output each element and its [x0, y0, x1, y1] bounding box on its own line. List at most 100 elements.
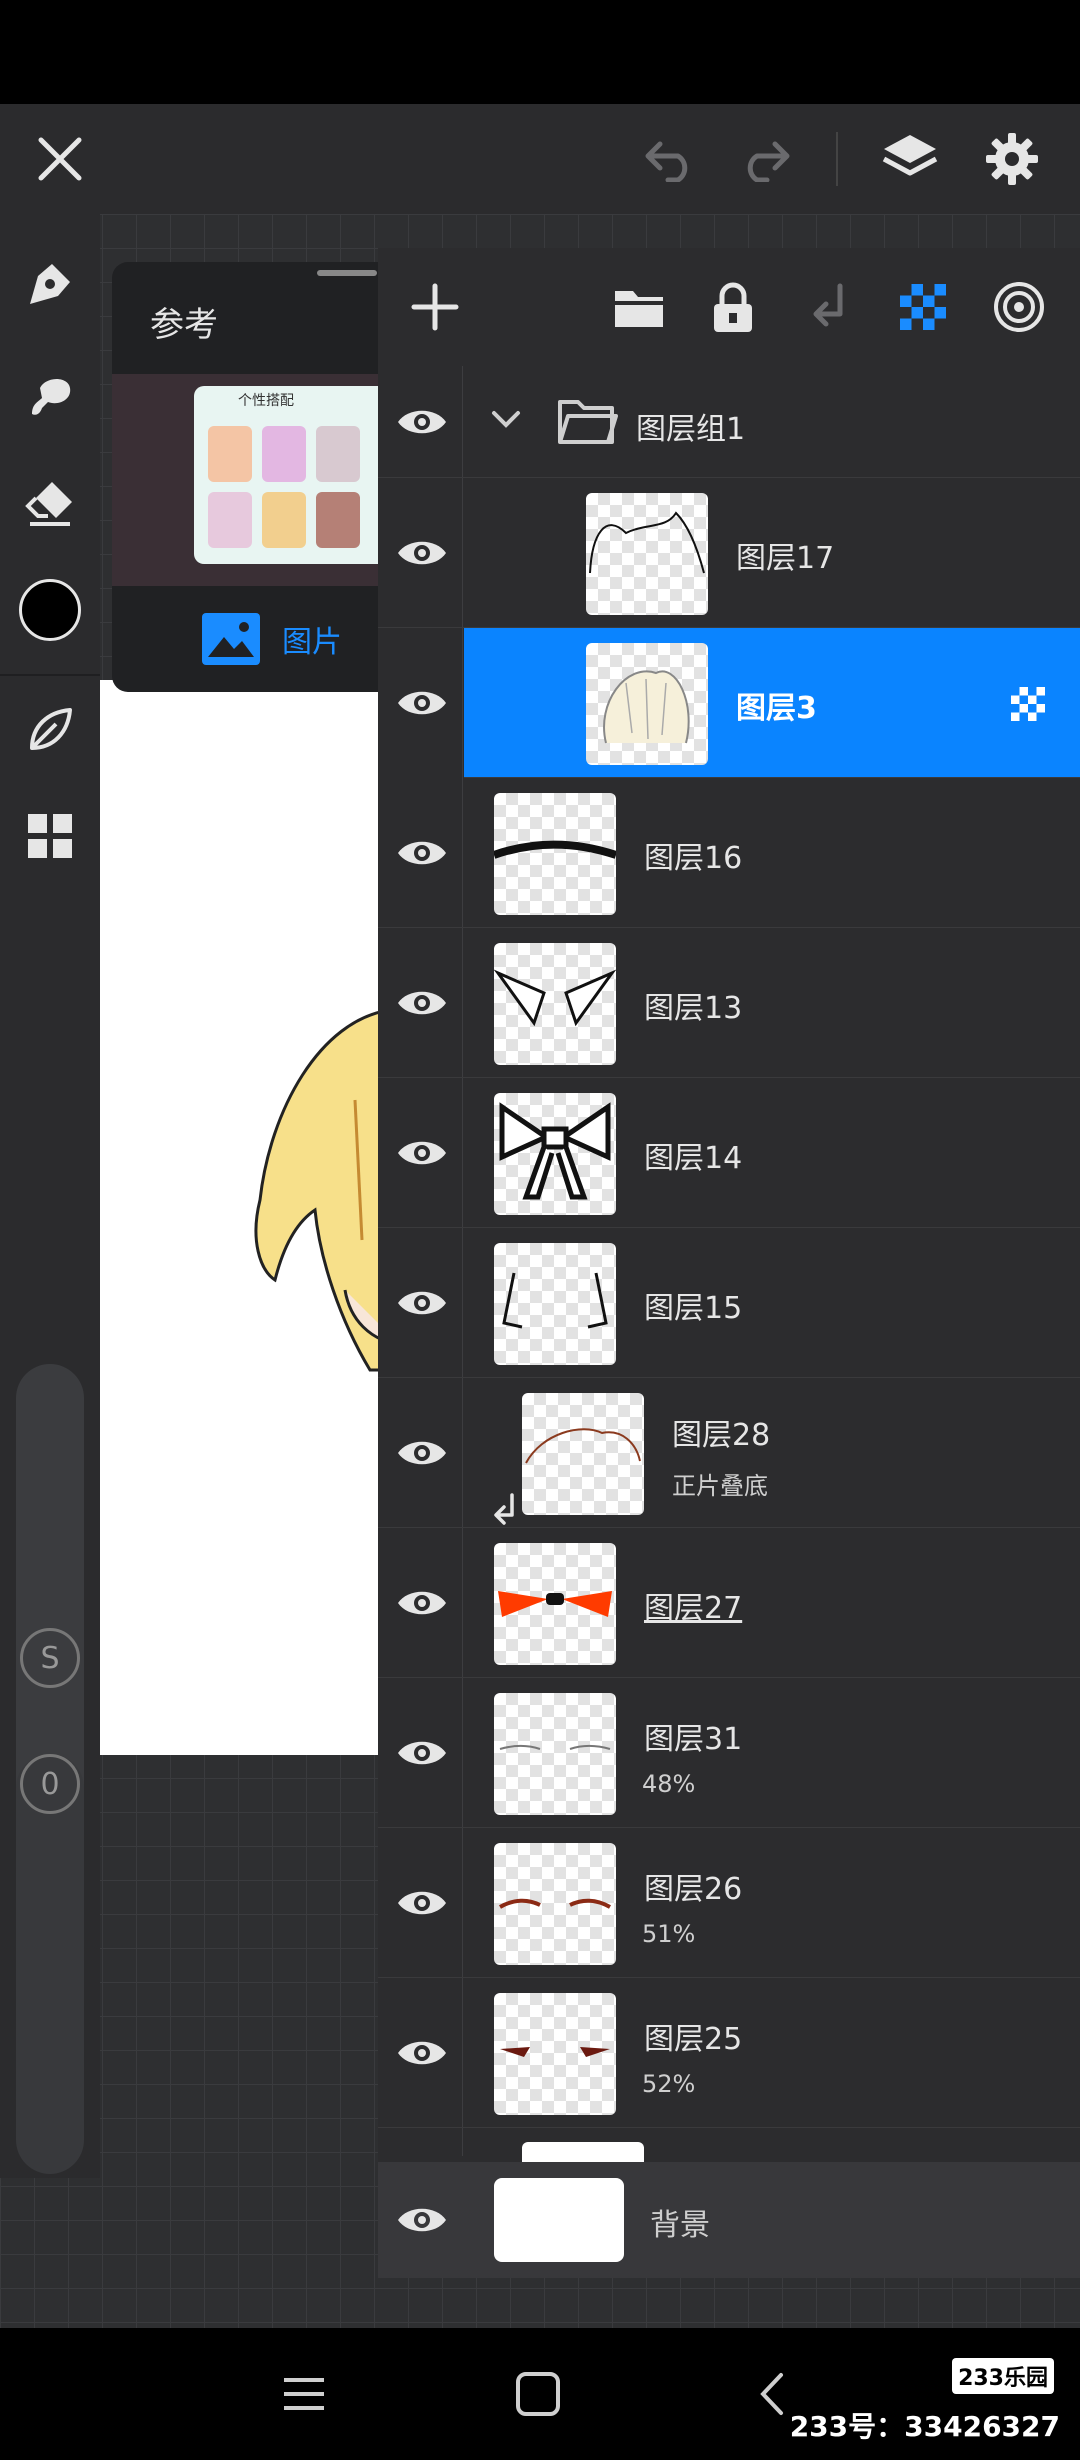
- checker-icon: [900, 284, 946, 330]
- layer-row[interactable]: 图层31 48%: [378, 1678, 1080, 1828]
- drawing-canvas[interactable]: [100, 680, 402, 1755]
- eraser-icon: [25, 482, 72, 526]
- close-icon: [38, 137, 82, 181]
- layer-row[interactable]: 图层14: [378, 1078, 1080, 1228]
- settings-button[interactable]: [972, 104, 1052, 214]
- target-icon: [994, 282, 1044, 332]
- visibility-toggle[interactable]: [392, 2190, 452, 2250]
- visibility-toggle[interactable]: [392, 1273, 452, 1333]
- layers-icon: [882, 135, 938, 176]
- eye-icon: [398, 991, 446, 1015]
- recent-apps-button[interactable]: [268, 2358, 340, 2430]
- layer-name: 图层14: [644, 1141, 743, 1176]
- opacity-slider[interactable]: 0: [16, 1754, 84, 2174]
- background-thumbnail: [494, 2178, 624, 2262]
- layer-row[interactable]: 图层15: [378, 1228, 1080, 1378]
- visibility-toggle[interactable]: [392, 673, 452, 733]
- layer-thumbnail: [494, 1093, 616, 1215]
- layer-opacity: 48%: [642, 1770, 696, 1798]
- folder-icon: [558, 400, 618, 444]
- layer-opacity: 51%: [642, 1920, 696, 1948]
- eye-icon: [398, 1891, 446, 1915]
- layer-thumbnail: [494, 1993, 616, 2115]
- quill-tool[interactable]: [12, 692, 88, 768]
- status-bar: [0, 0, 1080, 104]
- layer-row[interactable]: 图层13: [378, 928, 1080, 1078]
- eye-icon: [398, 1441, 446, 1465]
- left-toolbar: S 0: [0, 214, 100, 2178]
- tool-divider: [0, 674, 100, 676]
- watermark-id: 233号：33426327: [789, 2410, 1060, 2443]
- layer-thumbnail-partial: [522, 2142, 644, 2162]
- alpha-lock-button[interactable]: [886, 270, 960, 344]
- eraser-tool[interactable]: [12, 466, 88, 542]
- layer-thumbnail: [522, 1393, 644, 1515]
- layer-row-selected[interactable]: 图层3: [464, 628, 1080, 778]
- layer-row[interactable]: 图层25 52%: [378, 1978, 1080, 2128]
- pen-icon: [30, 264, 70, 304]
- layer-name: 图层17: [736, 541, 835, 576]
- visibility-toggle[interactable]: [392, 1123, 452, 1183]
- redo-button[interactable]: [725, 104, 805, 214]
- background-layer-row[interactable]: 背景: [378, 2162, 1080, 2278]
- layer-row[interactable]: 图层28 正片叠底: [378, 1378, 1080, 1528]
- layer-group-row[interactable]: 图层组1: [378, 366, 1080, 478]
- layer-name: 图层27: [644, 1591, 743, 1626]
- clip-arrow-icon: [813, 283, 843, 327]
- opacity-marker[interactable]: 0: [20, 1754, 80, 1814]
- visibility-toggle[interactable]: [392, 392, 452, 452]
- add-layer-button[interactable]: [398, 270, 472, 344]
- brush-size-marker[interactable]: S: [20, 1628, 80, 1688]
- layer-name: 背景: [650, 2208, 710, 2243]
- layer-name: 图层13: [644, 991, 743, 1026]
- eye-icon: [398, 2041, 446, 2065]
- material-tool[interactable]: [12, 798, 88, 874]
- home-button[interactable]: [502, 2358, 574, 2430]
- smudge-icon: [32, 379, 71, 415]
- layer-row[interactable]: 图层26 51%: [378, 1828, 1080, 1978]
- visibility-toggle[interactable]: [392, 1573, 452, 1633]
- eye-icon: [398, 1291, 446, 1315]
- close-button[interactable]: [20, 104, 100, 214]
- undo-button[interactable]: [630, 104, 710, 214]
- layer-name: 图层16: [644, 841, 743, 876]
- visibility-toggle[interactable]: [392, 1873, 452, 1933]
- layer-thumbnail: [494, 1693, 616, 1815]
- clipping-mask-button[interactable]: [790, 270, 864, 344]
- character-sketch: [254, 1008, 402, 1372]
- visibility-toggle[interactable]: [392, 2023, 452, 2083]
- eye-icon: [398, 541, 446, 565]
- visibility-toggle[interactable]: [392, 523, 452, 583]
- watermark-logo: 233乐园: [952, 2358, 1054, 2394]
- visibility-toggle[interactable]: [392, 823, 452, 883]
- redo-icon: [747, 141, 790, 182]
- layer-row[interactable]: 图层16: [378, 778, 1080, 928]
- smudge-tool[interactable]: [12, 358, 88, 434]
- layer-row[interactable]: 图层27: [378, 1528, 1080, 1678]
- layer-name: 图层26: [644, 1872, 743, 1907]
- visibility-toggle[interactable]: [392, 1423, 452, 1483]
- visibility-toggle[interactable]: [392, 1723, 452, 1783]
- layers-button[interactable]: [870, 104, 950, 214]
- reference-title: 参考: [150, 305, 218, 345]
- reference-thumbnail-caption: 个性搭配: [238, 393, 294, 409]
- layer-opacity: 52%: [642, 2070, 696, 2098]
- clip-arrow-icon: [494, 1493, 514, 1525]
- brush-tool[interactable]: [12, 246, 88, 322]
- layer-row[interactable]: 图层17: [378, 478, 1080, 628]
- leaf-icon: [30, 708, 72, 750]
- lock-icon: [714, 282, 752, 332]
- home-icon: [516, 2372, 560, 2416]
- chevron-down-icon[interactable]: [490, 408, 522, 430]
- layer-effects-button[interactable]: [982, 270, 1056, 344]
- new-folder-button[interactable]: [602, 270, 676, 344]
- image-tab-label: 图片: [282, 625, 342, 660]
- visibility-toggle[interactable]: [392, 973, 452, 1033]
- lock-layer-button[interactable]: [696, 270, 770, 344]
- plus-icon: [411, 283, 459, 331]
- color-picker[interactable]: [12, 572, 88, 648]
- layer-name: 图层3: [736, 691, 817, 726]
- drag-handle[interactable]: [317, 270, 377, 276]
- layer-name: 图层31: [644, 1722, 743, 1757]
- layer-toolbar: [378, 248, 1080, 366]
